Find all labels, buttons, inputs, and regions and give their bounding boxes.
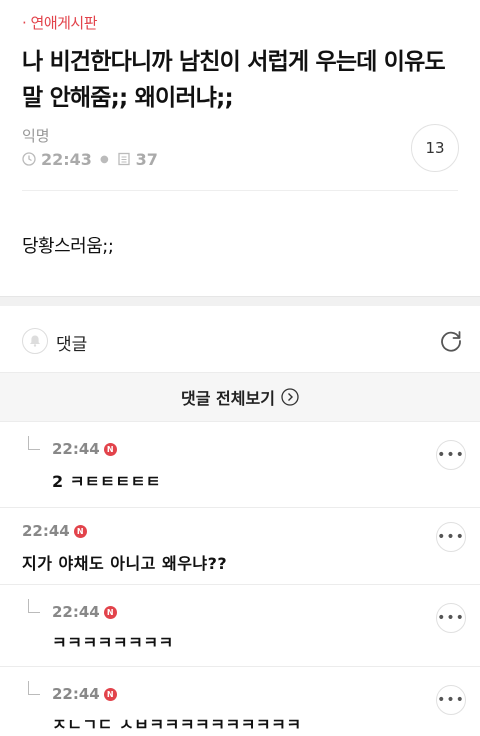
more-options-button[interactable]: ••• [436, 522, 466, 552]
new-badge: N [103, 605, 117, 619]
comment-item: 22:44 N 지가 야채도 아니고 왜우냐?? ••• [0, 508, 480, 585]
comments-header: 댓글 [0, 306, 480, 372]
more-options-button[interactable]: ••• [436, 440, 466, 470]
post-title: 나 비건한다니까 남친이 서럽게 우는데 이유도 말 안해줌;; 왜이러냐;; [22, 49, 446, 111]
new-badge: N [103, 442, 117, 456]
refresh-icon[interactable] [438, 328, 464, 354]
post-meta: 22:43 ● 37 [22, 149, 158, 169]
comment-time: 22:44 [52, 603, 100, 621]
chevron-right-icon [281, 388, 299, 406]
section-gap [0, 296, 480, 306]
comment-text: ㅈㄴㄱㄷ ㅅㅂㅋㅋㅋㅋㅋㅋㅋㅋㅋㅋ [52, 715, 302, 734]
comment-time: 22:44 [52, 440, 100, 458]
comment-count-button[interactable]: 13 [411, 124, 459, 172]
comment-item: 22:44 N 2 ㅋㅌㅌㅌㅌㅌ ••• [0, 422, 480, 508]
reply-indicator-icon [28, 681, 40, 695]
comment-time: 22:44 [22, 522, 70, 540]
post-category[interactable]: · 연애게시판 [22, 12, 98, 33]
comment-header: 22:44 N [52, 603, 117, 621]
clock-icon [22, 152, 36, 166]
reply-indicator-icon [28, 436, 40, 450]
comment-item: 22:44 N ㅋㅋㅋㅋㅋㅋㅋㅋ ••• [0, 585, 480, 667]
view-all-label: 댓글 전체보기 [181, 389, 275, 408]
view-all-comments-button[interactable]: 댓글 전체보기 [0, 372, 480, 422]
comment-header: 22:44 N [52, 685, 117, 703]
notification-bell-icon[interactable] [22, 328, 48, 354]
new-badge: N [103, 687, 117, 701]
comment-header: 22:44 N [52, 440, 117, 458]
post-time: 22:43 [41, 149, 92, 169]
comment-time: 22:44 [52, 685, 100, 703]
reply-indicator-icon [28, 599, 40, 613]
more-options-button[interactable]: ••• [436, 603, 466, 633]
new-badge: N [73, 524, 87, 538]
post-body: 당황스러움;; [22, 236, 114, 257]
meta-separator: ● [99, 153, 109, 165]
views-icon [118, 152, 130, 166]
comment-header: 22:44 N [22, 522, 87, 540]
comments-label: 댓글 [56, 335, 88, 355]
comment-text: 지가 야채도 아니고 왜우냐?? [22, 554, 228, 573]
post-views: 37 [135, 149, 158, 169]
comment-item: 22:44 N ㅈㄴㄱㄷ ㅅㅂㅋㅋㅋㅋㅋㅋㅋㅋㅋㅋ ••• [0, 667, 480, 736]
comment-text: 2 ㅋㅌㅌㅌㅌㅌ [52, 472, 162, 491]
comment-text: ㅋㅋㅋㅋㅋㅋㅋㅋ [52, 633, 174, 652]
divider [22, 190, 458, 191]
post-author: 익명 [22, 127, 50, 145]
more-options-button[interactable]: ••• [436, 685, 466, 715]
